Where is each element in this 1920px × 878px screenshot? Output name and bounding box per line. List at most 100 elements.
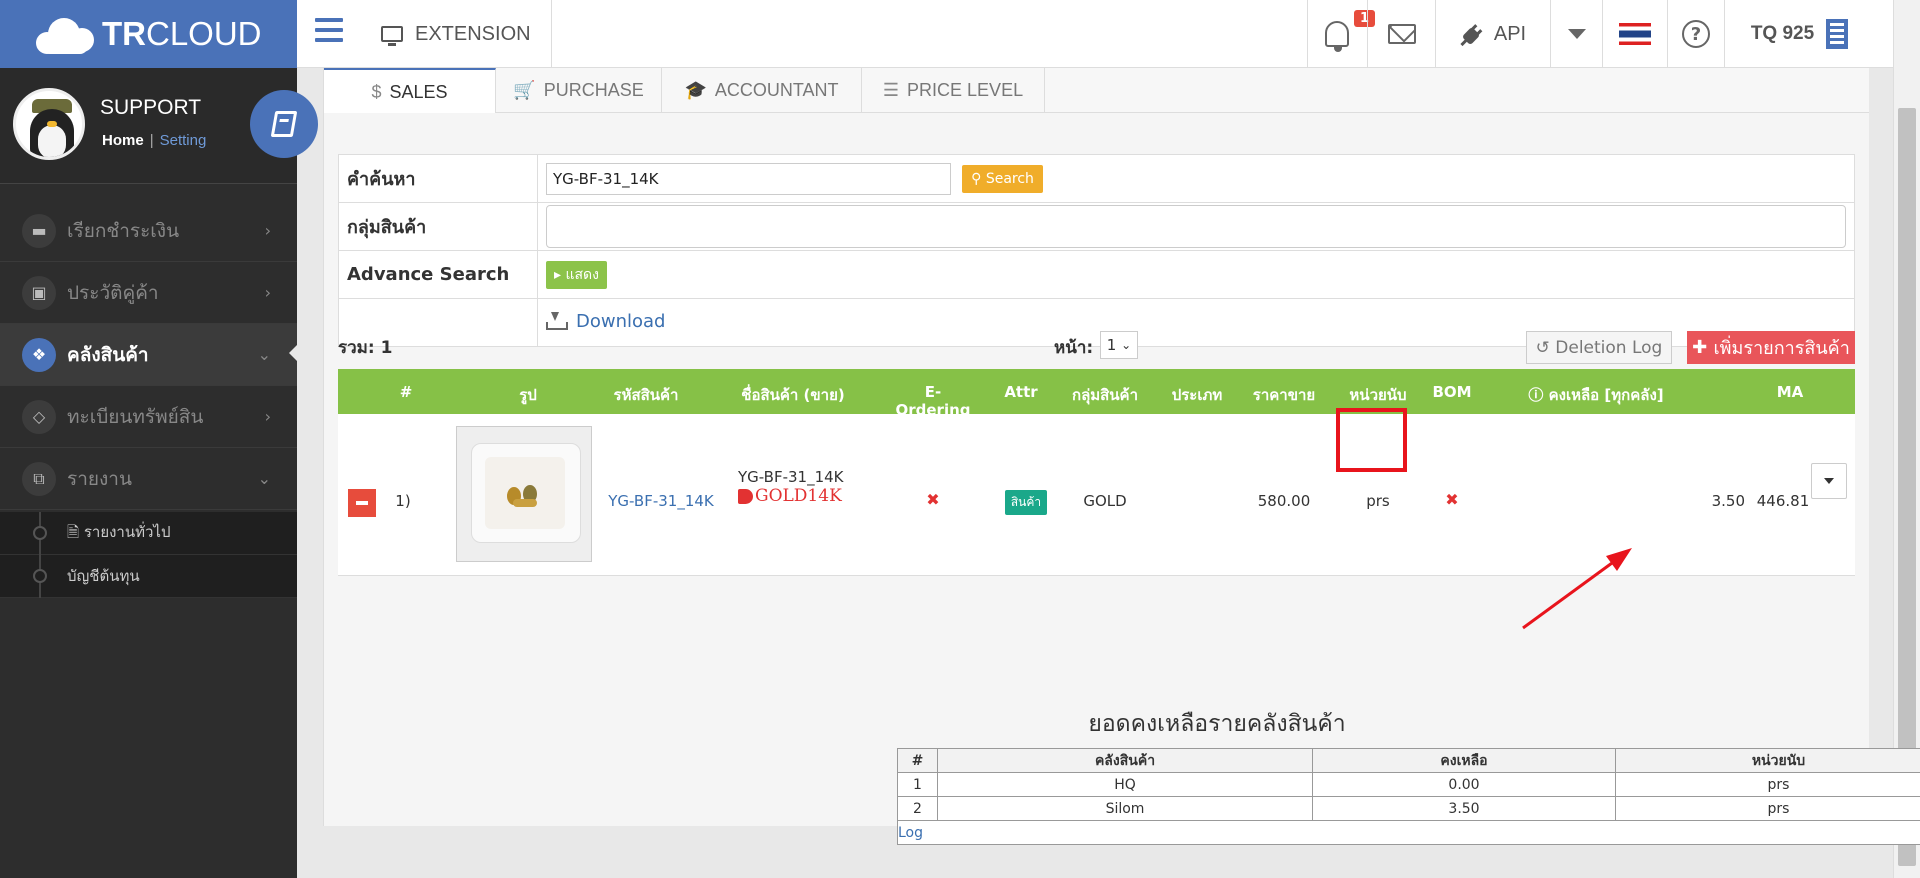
table-row: 1) YG-BF-31_14K YG-BF-31_14K GOLD14K ✖ ส… [338, 414, 1855, 576]
main-panel: $ SALES 🛒 PURCHASE 🎓 ACCOUNTANT ☰ PRICE LEVE… [323, 68, 1920, 845]
envelope-icon [1387, 24, 1416, 44]
profile-links: Home | Setting [102, 132, 207, 149]
download-link[interactable]: Download [546, 311, 665, 332]
product-image[interactable] [456, 426, 592, 562]
api-button[interactable]: API [1435, 0, 1550, 68]
contact-icon: ▣ [22, 275, 56, 310]
warehouse-table: # คลังสินค้า คงเหลือ หน่วยนับ 1 HQ 0.00 … [897, 748, 1920, 845]
warehouse-balance-title: ยอดคงเหลือรายคลังสินค้า [1088, 711, 1346, 737]
col-ma: MA [1776, 383, 1804, 401]
wh-col-warehouse: คลังสินค้า [937, 748, 1313, 773]
mail-button[interactable] [1367, 0, 1435, 68]
sidebar-item-reports[interactable]: ⧉ รายงาน ⌄ [0, 448, 297, 510]
diamond-icon: ◇ [22, 399, 56, 434]
scrollbar[interactable] [1893, 0, 1920, 878]
home-link[interactable]: Home [102, 132, 144, 149]
remove-row-button[interactable] [348, 489, 376, 517]
info-icon: ⓘ [1528, 386, 1549, 404]
log-link[interactable]: Log [898, 825, 923, 841]
sidebar-item-assets[interactable]: ◇ ทะเบียนทรัพย์สิน › [0, 386, 297, 448]
book-button[interactable] [250, 90, 318, 158]
plug-icon [1460, 22, 1484, 47]
extension-button[interactable]: EXTENSION [381, 0, 552, 68]
tab-price-level[interactable]: ☰ PRICE LEVEL [862, 68, 1045, 113]
search-button[interactable]: ⚲ Search [962, 165, 1043, 193]
notification-button[interactable]: 1 [1307, 0, 1376, 68]
language-button[interactable] [1602, 0, 1667, 68]
download-icon [546, 312, 568, 331]
chevron-right-icon: › [264, 283, 271, 302]
col-name: ชื่อสินค้า (ขาย) [741, 386, 845, 404]
sidebar-item-partner-history[interactable]: ▣ ประวัติคู่ค้า › [0, 262, 297, 324]
col-stock: ⓘ คงเหลือ [ทุกคลัง] [1528, 386, 1664, 404]
chevron-down-icon: ⌄ [257, 469, 271, 488]
page-label: หน้า: [1054, 338, 1094, 358]
menu-toggle-icon[interactable] [315, 18, 343, 42]
caret-down-icon [1824, 478, 1834, 484]
sidebar-item-billing[interactable]: ▬ เรียกชำระเงิน › [0, 200, 297, 262]
tab-purchase[interactable]: 🛒 PURCHASE [496, 68, 662, 113]
history-icon: ↺ [1535, 337, 1556, 358]
sidebar-item-label: คลังสินค้า [67, 343, 149, 366]
company-button[interactable]: TQ 925 [1724, 0, 1874, 68]
e-ordering-x-icon: ✖ [926, 490, 940, 509]
cloud-icon [32, 14, 96, 54]
sidebar-subitem-general-report[interactable]: 🗎 รายงานทั่วไป [0, 512, 297, 555]
row-actions-dropdown[interactable] [1811, 463, 1847, 499]
product-group-input[interactable] [546, 205, 1846, 248]
product-ma: 446.81 [1756, 492, 1810, 510]
tab-bar: $ SALES 🛒 PURCHASE 🎓 ACCOUNTANT ☰ PRICE LEVE… [324, 68, 1869, 114]
product-name: YG-BF-31_14K [738, 468, 844, 486]
chevron-right-icon: › [264, 221, 271, 240]
building-icon [1826, 19, 1849, 49]
logo[interactable]: TRCLOUD [0, 0, 297, 68]
dropdown-button[interactable] [1550, 0, 1602, 68]
warehouse-header-row: # คลังสินค้า คงเหลือ หน่วยนับ [897, 748, 1920, 773]
tab-sales[interactable]: $ SALES [324, 68, 496, 114]
row-index: 1) [395, 492, 411, 510]
sidebar-item-label: ประวัติคู่ค้า [67, 281, 159, 304]
table-row: 2 Silom 3.50 prs [897, 796, 1920, 821]
minus-icon [356, 501, 368, 505]
page-select[interactable]: 1 ⌄ [1100, 331, 1138, 359]
sidebar-subitem-cost-account[interactable]: บัญชีต้นทุน [0, 555, 297, 598]
setting-link[interactable]: Setting [160, 132, 207, 149]
sidebar-item-label: รายงาน [67, 467, 132, 490]
col-price: ราคาขาย [1252, 386, 1316, 404]
sidebar-item-label: เรียกชำระเงิน [67, 219, 180, 242]
chevron-down-icon: ⌄ [257, 345, 271, 364]
warehouse-log-row: Log [897, 820, 1920, 845]
show-advance-button[interactable]: ▸ แสดง [546, 260, 607, 289]
tab-accountant[interactable]: 🎓 ACCOUNTANT [662, 68, 862, 113]
attr-badge: สินค้า [1004, 490, 1048, 515]
product-price: 580.00 [1257, 492, 1311, 510]
book-icon [270, 111, 298, 137]
help-button[interactable]: ? [1667, 0, 1724, 68]
product-tag[interactable]: GOLD14K [755, 486, 842, 506]
list-icon: ☰ [882, 80, 900, 100]
product-name-cell: YG-BF-31_14K GOLD14K [738, 468, 858, 506]
app-root: TRCLOUD SUPPORT Home | Setting ▬ เรียกชำระ… [0, 0, 1920, 878]
col-unit: หน่วยนับ [1349, 386, 1407, 404]
product-code-link[interactable]: YG-BF-31_14K [606, 492, 716, 510]
search-input[interactable] [546, 162, 951, 195]
add-product-button[interactable]: ✚ เพิ่มรายการสินค้า [1687, 331, 1855, 364]
report-icon: ⧉ [22, 461, 56, 496]
avatar[interactable] [13, 88, 85, 160]
deletion-log-button[interactable]: ↺ Deletion Log [1526, 331, 1672, 364]
sidebar-item-label: ทะเบียนทรัพย์สิน [67, 405, 204, 428]
monitor-icon [381, 26, 403, 46]
caret-down-icon [1567, 29, 1586, 39]
active-indicator [289, 344, 298, 362]
col-index: # [399, 383, 413, 401]
col-attr: Attr [1004, 383, 1038, 401]
wh-col-balance: คงเหลือ [1312, 748, 1616, 773]
chevron-down-icon: ⌄ [1121, 338, 1132, 352]
col-type: ประเภท [1171, 386, 1223, 404]
dollar-icon: $ [371, 81, 382, 102]
stock-highlight-box [1336, 408, 1407, 472]
col-group: กลุ่มสินค้า [1071, 386, 1139, 404]
sidebar-item-inventory[interactable]: ❖ คลังสินค้า ⌄ [0, 324, 297, 386]
card-icon: ▬ [22, 213, 56, 248]
document-icon: 🗎 [67, 522, 84, 541]
